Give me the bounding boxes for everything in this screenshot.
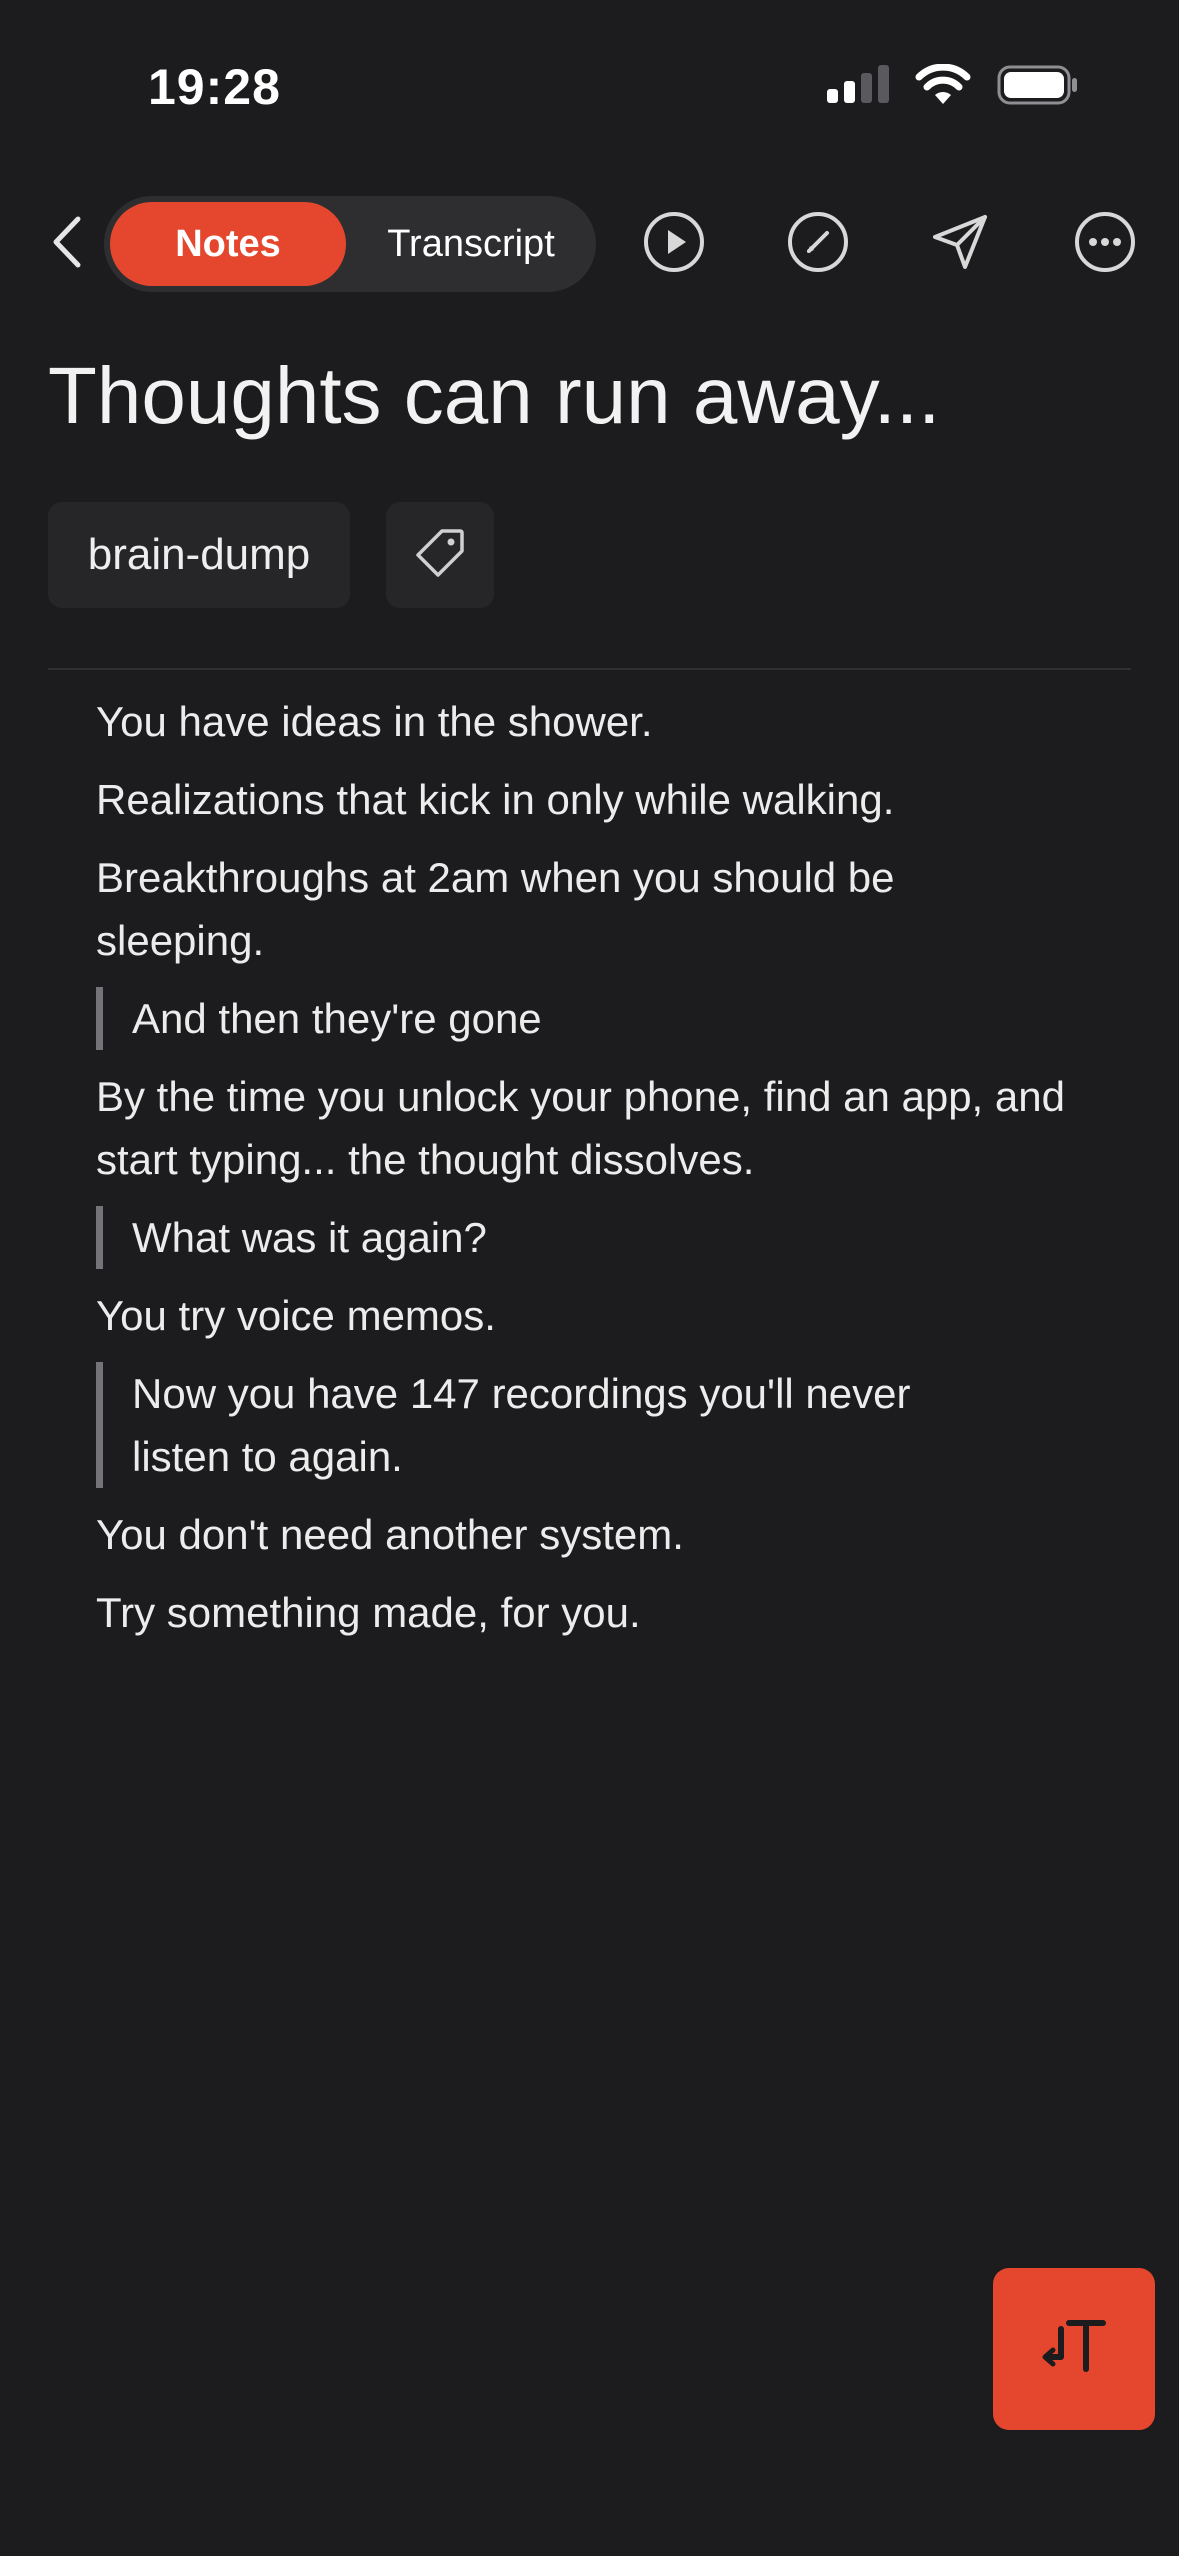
note-title[interactable]: Thoughts can run away... bbox=[48, 350, 940, 442]
send-icon bbox=[929, 211, 991, 278]
wifi-icon bbox=[915, 63, 971, 111]
play-icon bbox=[643, 211, 705, 278]
paragraph: You have ideas in the shower. bbox=[96, 698, 653, 745]
cellular-signal-icon bbox=[827, 65, 889, 110]
paragraph: Realizations that kick in only while wal… bbox=[96, 776, 895, 823]
tab-transcript[interactable]: Transcript bbox=[352, 202, 590, 286]
chevron-left-icon bbox=[50, 215, 84, 274]
paragraph: You don't need another system. bbox=[96, 1511, 684, 1558]
battery-icon bbox=[997, 65, 1079, 110]
note-body[interactable]: You have ideas in the shower. Realizatio… bbox=[96, 690, 1096, 1659]
blockquote: Now you have 147 recordings you'll never… bbox=[96, 1362, 1012, 1488]
tab-notes[interactable]: Notes bbox=[110, 202, 346, 286]
text-format-icon bbox=[1039, 2317, 1109, 2382]
blockquote: And then they're gone bbox=[96, 987, 1096, 1050]
note-toolbar: Notes Transcript bbox=[0, 196, 1179, 292]
more-button[interactable] bbox=[1071, 210, 1139, 278]
edit-icon bbox=[787, 211, 849, 278]
text-format-button[interactable] bbox=[993, 2268, 1155, 2430]
share-button[interactable] bbox=[926, 210, 994, 278]
status-bar: 19:28 bbox=[0, 0, 1179, 170]
paragraph: Try something made, for you. bbox=[96, 1589, 641, 1636]
view-segmented-control: Notes Transcript bbox=[104, 196, 596, 292]
paragraph: Breakthroughs at 2am when you should be … bbox=[96, 854, 895, 964]
paragraph: You try voice memos. bbox=[96, 1292, 496, 1339]
divider bbox=[48, 668, 1131, 670]
more-icon bbox=[1074, 211, 1136, 278]
tag-chip[interactable]: brain-dump bbox=[48, 502, 350, 608]
status-icons bbox=[827, 63, 1079, 111]
add-tag-button[interactable] bbox=[386, 502, 494, 608]
status-time: 19:28 bbox=[148, 59, 281, 115]
back-button[interactable] bbox=[40, 214, 94, 274]
paragraph: By the time you unlock your phone, find … bbox=[96, 1073, 1065, 1183]
play-button[interactable] bbox=[640, 210, 708, 278]
edit-button[interactable] bbox=[784, 210, 852, 278]
blockquote: What was it again? bbox=[96, 1206, 1096, 1269]
tag-icon bbox=[414, 527, 466, 584]
